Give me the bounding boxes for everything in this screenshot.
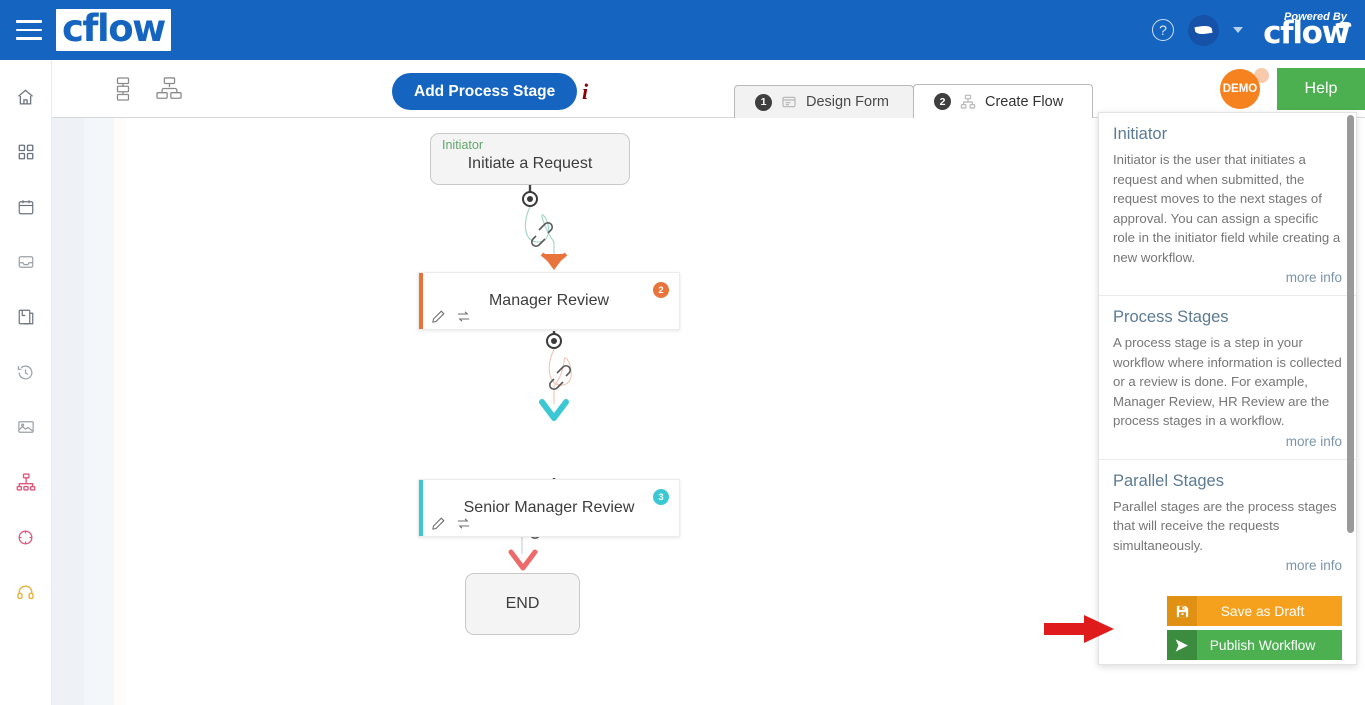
user-avatar-icon[interactable] [1188, 14, 1220, 46]
sidebar-item-workflow[interactable] [9, 465, 43, 499]
info-section-parallel-stages-more-info-link[interactable]: more info [1113, 558, 1342, 577]
layout-mode-group [108, 74, 184, 104]
powered-by-block: Powered By cflow [1263, 11, 1352, 51]
sidebar-item-history[interactable] [9, 355, 43, 389]
hamburger-menu-icon[interactable] [16, 20, 42, 40]
target-gear-icon [18, 530, 33, 544]
floppy-save-icon [1167, 596, 1197, 626]
branch-tree-layout-icon[interactable] [154, 74, 184, 104]
swap-arrows-icon [457, 518, 470, 529]
tab-create-flow-number: 2 [934, 93, 951, 110]
help-button[interactable]: Help [1277, 68, 1365, 110]
manager-review-accent-bar [419, 273, 423, 329]
flow-icon [960, 94, 976, 110]
sidebar-item-home[interactable] [9, 80, 43, 114]
calendar-icon [18, 200, 33, 215]
publish-workflow-button[interactable]: Publish Workflow [1167, 630, 1342, 660]
pencil-icon [432, 517, 445, 530]
info-section-initiator-body: Initiator is the user that initiates a r… [1113, 152, 1341, 265]
powered-by-brand-text: cflow [1263, 15, 1350, 51]
clock-history-icon [17, 365, 33, 379]
workflow-node-initiator[interactable]: Initiator Initiate a Request [430, 133, 630, 185]
info-section-parallel-stages-title: Parallel Stages [1113, 471, 1224, 490]
tab-create-flow-label: Create Flow [985, 93, 1064, 110]
workflow-node-manager-review[interactable]: Manager Review 2 [418, 272, 680, 330]
senior-manager-review-badge: 3 [653, 489, 669, 505]
chevron-down-icon[interactable] [1233, 27, 1244, 33]
cflow-logo-text: cflow [62, 6, 166, 50]
panel-action-buttons: Save as Draft Publish Workflow [1099, 583, 1356, 664]
info-section-initiator-more-info-link[interactable]: more info [1113, 270, 1342, 289]
sidebar-item-integrations[interactable] [9, 520, 43, 554]
info-panel: Initiator Initiator is the user that ini… [1098, 112, 1357, 665]
vertical-tree-layout-icon[interactable] [108, 74, 138, 104]
left-icon-rail [0, 60, 52, 705]
info-section-process-stages-more-info-link[interactable]: more info [1113, 434, 1342, 453]
manager-review-title: Manager Review [488, 292, 610, 309]
cflow-logo[interactable]: cflow [56, 9, 171, 51]
info-section-initiator: Initiator Initiator is the user that ini… [1099, 113, 1356, 296]
document-copy-icon [18, 309, 33, 325]
headset-icon [17, 584, 34, 599]
tab-design-form-label: Design Form [806, 94, 889, 110]
workflow-node-end[interactable]: END [465, 573, 580, 635]
home-icon [17, 89, 34, 104]
image-card-icon [17, 421, 34, 433]
sidebar-item-gallery[interactable] [9, 410, 43, 444]
avatar[interactable]: DEMO [1220, 69, 1260, 109]
header-right-group: ? Powered By cflow [1152, 11, 1365, 49]
user-avatar-glyph [1194, 24, 1213, 36]
info-italic-icon[interactable]: i [582, 79, 588, 105]
workflow-node-senior-manager-review[interactable]: Senior Manager Review 3 [418, 479, 680, 537]
initiator-tag-label: Initiator [442, 138, 483, 152]
tab-design-form[interactable]: 1 Design Form [734, 85, 914, 118]
info-section-parallel-stages: Parallel Stages Parallel stages are the … [1099, 460, 1356, 584]
pencil-icon [432, 310, 445, 323]
form-icon [781, 94, 797, 110]
tab-design-form-number: 1 [755, 93, 772, 111]
info-section-process-stages-body: A process stage is a step in your workfl… [1113, 335, 1342, 428]
senior-manager-review-tools [431, 516, 472, 531]
add-process-stage-button[interactable]: Add Process Stage [392, 73, 578, 110]
info-panel-scrollbar[interactable] [1347, 115, 1354, 533]
sidebar-item-calendar[interactable] [9, 190, 43, 224]
grid-dashboard-icon [18, 144, 33, 160]
app-root: cflow ? Powered By cflow Add Process Sta… [0, 0, 1365, 705]
info-section-process-stages-title: Process Stages [1113, 308, 1229, 326]
manager-review-badge: 2 [653, 282, 669, 298]
swap-arrows-icon [457, 311, 470, 322]
sidebar-item-inbox[interactable] [9, 245, 43, 279]
red-pointer-arrow [1044, 615, 1114, 643]
publish-workflow-label: Publish Workflow [1209, 637, 1316, 653]
senior-manager-review-accent-bar [419, 480, 423, 536]
save-as-draft-button[interactable]: Save as Draft [1167, 596, 1342, 626]
manager-review-tools [431, 309, 472, 324]
workflow-tree-icon [16, 473, 35, 491]
senior-manager-review-title: Senior Manager Review [463, 499, 635, 516]
info-section-parallel-stages-body: Parallel stages are the process stages t… [1113, 498, 1337, 553]
save-as-draft-label: Save as Draft [1220, 603, 1305, 619]
inbox-tray-icon [18, 256, 33, 268]
info-section-process-stages: Process Stages A process stage is a step… [1099, 296, 1356, 460]
sidebar-item-support[interactable] [9, 575, 43, 609]
wizard-tabs: 1 Design Form 2 Create Flow [734, 84, 1093, 118]
powered-by-brand: cflow [1263, 15, 1352, 51]
tab-create-flow[interactable]: 2 Create Flow [913, 84, 1093, 118]
send-arrow-icon [1167, 630, 1197, 660]
sidebar-item-dashboard[interactable] [9, 135, 43, 169]
top-header-bar: cflow ? Powered By cflow [0, 0, 1365, 60]
end-node-title: END [505, 595, 540, 612]
initiator-node-title: Initiate a Request [467, 155, 593, 172]
workflow-toolbar [52, 60, 1365, 118]
info-section-initiator-title: Initiator [1113, 125, 1168, 143]
question-circle-icon[interactable]: ? [1152, 19, 1175, 41]
sidebar-item-reports[interactable] [9, 300, 43, 334]
